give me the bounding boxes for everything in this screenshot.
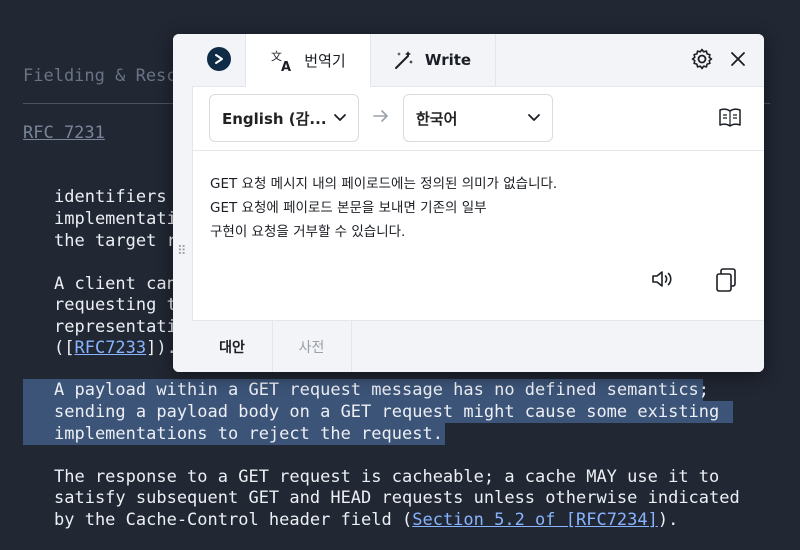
text-line: representati (54, 317, 177, 337)
bottom-tab-bar: 대안 사전 (192, 320, 764, 372)
speaker-icon[interactable] (650, 268, 674, 294)
section-5-2-link[interactable]: Section 5.2 of [RFC7234] (412, 510, 658, 530)
text-line-suffix: ). (657, 510, 679, 530)
text-line-prefix: by the Cache-Control header field ( (54, 510, 413, 530)
text-line: satisfy subsequent GET and HEAD requests… (54, 488, 740, 508)
chevron-down-icon (332, 109, 348, 129)
arrow-right-icon (372, 108, 390, 128)
tab-write[interactable]: Write (369, 34, 496, 86)
text-line: by the Cache-Control header field (Secti… (54, 509, 678, 531)
close-icon[interactable] (725, 46, 751, 72)
tab-write-label: Write (424, 51, 472, 69)
language-selector-row: English (감... 한국어 (192, 86, 764, 151)
translation-line: GET 요청 메시지 내의 페이로드에는 정의된 의미가 없습니다. (210, 176, 558, 192)
text-line: ([RFC7233]). (54, 337, 177, 359)
tab-alternatives[interactable]: 대안 (192, 321, 273, 372)
rfc-link[interactable]: RFC 7231 (23, 123, 105, 143)
rfc7233-link[interactable]: RFC7233 (74, 338, 146, 358)
text-line: implementatio (54, 209, 188, 229)
tab-translator[interactable]: 文 A 번역기 (245, 34, 371, 87)
text-line: identifiers ( (54, 187, 188, 207)
selected-text-line: A payload within a GET request message h… (54, 380, 710, 400)
drag-handle-icon[interactable]: ⠿ (177, 245, 186, 258)
chevron-down-icon (526, 109, 542, 129)
deepl-logo-icon[interactable] (207, 47, 231, 71)
selected-text-line: implementations to reject the request. (54, 424, 443, 444)
tab-dictionary[interactable]: 사전 (272, 321, 352, 372)
drag-gutter[interactable]: ⠿ (173, 86, 193, 372)
text-line-prefix: ([ (54, 338, 75, 358)
text-line: A client can (54, 274, 177, 294)
translator-popup: 文 A 번역기 Write ⠿ English (감... 한국어 GET 요청… (173, 34, 764, 372)
magic-pen-icon (393, 49, 415, 71)
selected-text-line: sending a payload body on a GET request … (54, 402, 720, 422)
translate-icon: 文 A (270, 50, 294, 72)
translation-result[interactable]: GET 요청 메시지 내의 페이로드에는 정의된 의미가 없습니다. GET 요… (192, 151, 764, 319)
translation-line: 구현이 요청을 거부할 수 있습니다. (210, 224, 406, 240)
settings-gear-icon[interactable] (689, 46, 715, 72)
target-language-select[interactable]: 한국어 (403, 94, 553, 142)
glossary-book-icon[interactable] (718, 106, 742, 132)
text-line: the target re (54, 231, 188, 251)
popup-toolbar: 文 A 번역기 Write (173, 34, 764, 87)
source-language-select[interactable]: English (감... (209, 94, 359, 142)
translation-line: GET 요청에 페이로드 본문을 보내면 기존의 일부 (210, 200, 487, 216)
text-line: requesting t (54, 295, 177, 315)
tab-translator-label: 번역기 (304, 52, 346, 70)
copy-icon[interactable] (714, 267, 738, 297)
text-line: The response to a GET request is cacheab… (54, 467, 720, 487)
svg-text:A: A (281, 60, 291, 72)
